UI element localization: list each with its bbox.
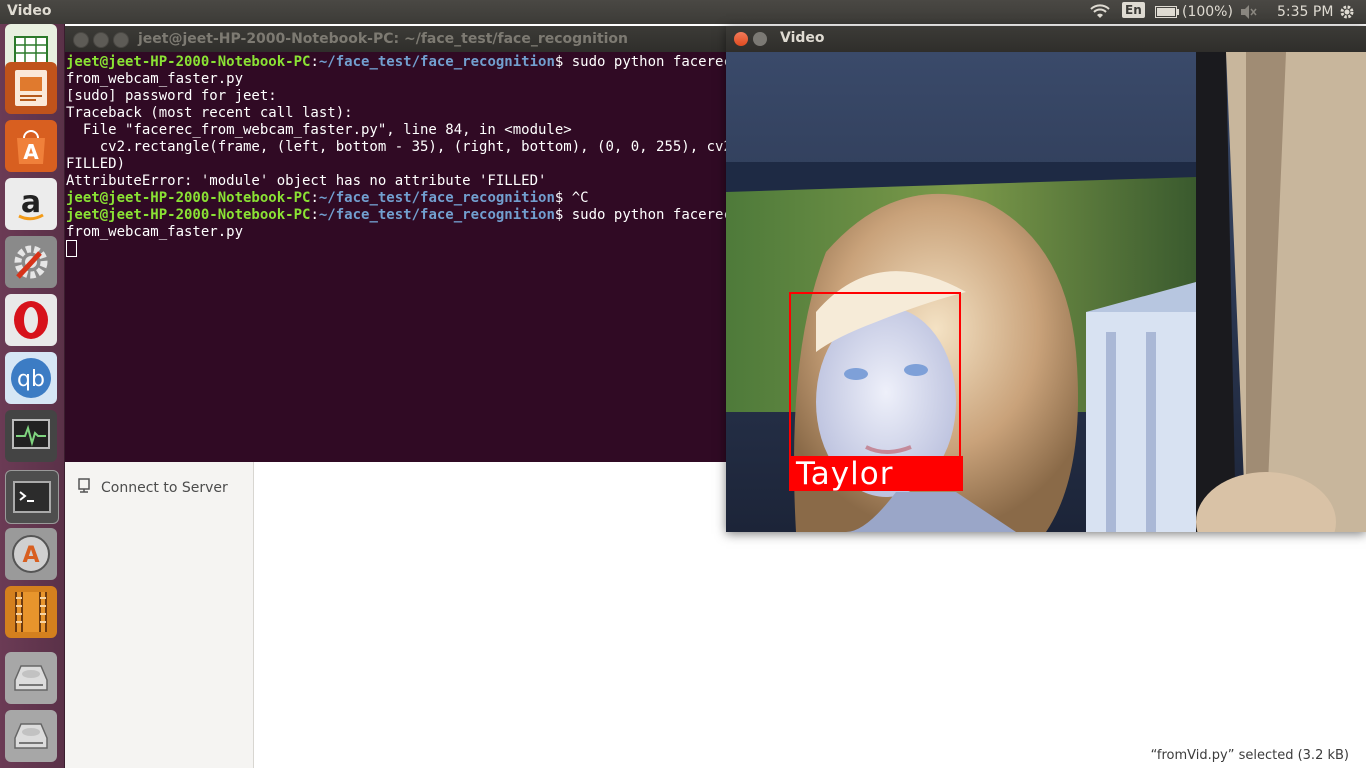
system-menu-gear-icon[interactable]: [1339, 4, 1355, 24]
terminal-line: from_webcam_faster.py: [66, 224, 244, 240]
clock[interactable]: 5:35 PM: [1277, 4, 1333, 20]
battery-icon[interactable]: [1155, 6, 1179, 18]
webcam-frame: Taylor: [726, 52, 1366, 532]
terminal-line: from_webcam_faster.py: [66, 71, 244, 87]
opera-icon[interactable]: [5, 294, 57, 346]
amazon-icon[interactable]: a: [5, 178, 57, 230]
terminal-title: jeet@jeet-HP-2000-Notebook-PC: ~/face_te…: [138, 31, 629, 47]
software-updater-icon[interactable]: A: [5, 528, 57, 580]
system-monitor-icon[interactable]: [5, 410, 57, 462]
status-bar-selection: “fromVid.py” selected (3.2 kB): [1150, 748, 1349, 763]
terminal-line: jeet@jeet-HP-2000-Notebook-PC:~/face_tes…: [66, 54, 741, 70]
terminal-line: jeet@jeet-HP-2000-Notebook-PC:~/face_tes…: [66, 190, 589, 206]
software-center-icon[interactable]: A: [5, 120, 57, 172]
svg-text:a: a: [21, 185, 41, 220]
connect-to-server-item[interactable]: Connect to Server: [77, 478, 228, 498]
terminal-line: Traceback (most recent call last):: [66, 105, 353, 121]
top-panel: Video En (100%) 5:35 PM: [0, 0, 1366, 24]
close-button[interactable]: [734, 32, 748, 46]
close-button[interactable]: [73, 32, 89, 48]
terminal-window[interactable]: jeet@jeet-HP-2000-Notebook-PC: ~/face_te…: [65, 26, 765, 462]
minimize-button[interactable]: [753, 32, 767, 46]
video-window[interactable]: Video Taylor: [726, 26, 1366, 532]
battery-percentage[interactable]: (100%): [1182, 4, 1233, 20]
terminal-icon[interactable]: [5, 470, 59, 524]
terminal-line: FILLED): [66, 156, 126, 172]
active-app-title: Video: [7, 3, 52, 19]
terminal-line: File "facerec_from_webcam_faster.py", li…: [66, 122, 572, 138]
terminal-line: AttributeError: 'module' object has no a…: [66, 173, 547, 189]
svg-text:A: A: [22, 543, 39, 568]
launcher: A a qb A: [0, 24, 65, 768]
disk-icon[interactable]: [5, 652, 57, 704]
volume-muted-icon[interactable]: [1240, 4, 1258, 24]
video-window-title: Video: [780, 30, 825, 46]
video-titlebar[interactable]: Video: [726, 26, 1366, 52]
file-manager-sidebar: Connect to Server: [65, 462, 254, 768]
terminal-line: [sudo] password for jeet:: [66, 88, 277, 104]
system-settings-icon[interactable]: [5, 236, 57, 288]
video-player-icon[interactable]: [5, 586, 57, 638]
presentation-icon[interactable]: [5, 62, 57, 114]
connect-to-server-label: Connect to Server: [101, 480, 228, 496]
terminal-cursor-line: [66, 239, 765, 258]
svg-text:qb: qb: [17, 367, 45, 392]
maximize-button[interactable]: [113, 32, 129, 48]
keyboard-language-indicator[interactable]: En: [1122, 2, 1145, 18]
qbittorrent-icon[interactable]: qb: [5, 352, 57, 404]
network-server-icon: [77, 478, 91, 498]
face-name-label: Taylor: [796, 456, 894, 492]
terminal-titlebar[interactable]: jeet@jeet-HP-2000-Notebook-PC: ~/face_te…: [65, 26, 765, 52]
terminal-line: cv2.rectangle(frame, (left, bottom - 35)…: [66, 139, 741, 155]
wifi-icon[interactable]: [1090, 4, 1110, 20]
disk-icon[interactable]: [5, 710, 57, 762]
svg-text:A: A: [23, 140, 39, 164]
terminal-output[interactable]: jeet@jeet-HP-2000-Notebook-PC:~/face_tes…: [65, 52, 765, 258]
minimize-button[interactable]: [93, 32, 109, 48]
text-cursor: [66, 239, 77, 257]
terminal-line: jeet@jeet-HP-2000-Notebook-PC:~/face_tes…: [66, 207, 741, 223]
